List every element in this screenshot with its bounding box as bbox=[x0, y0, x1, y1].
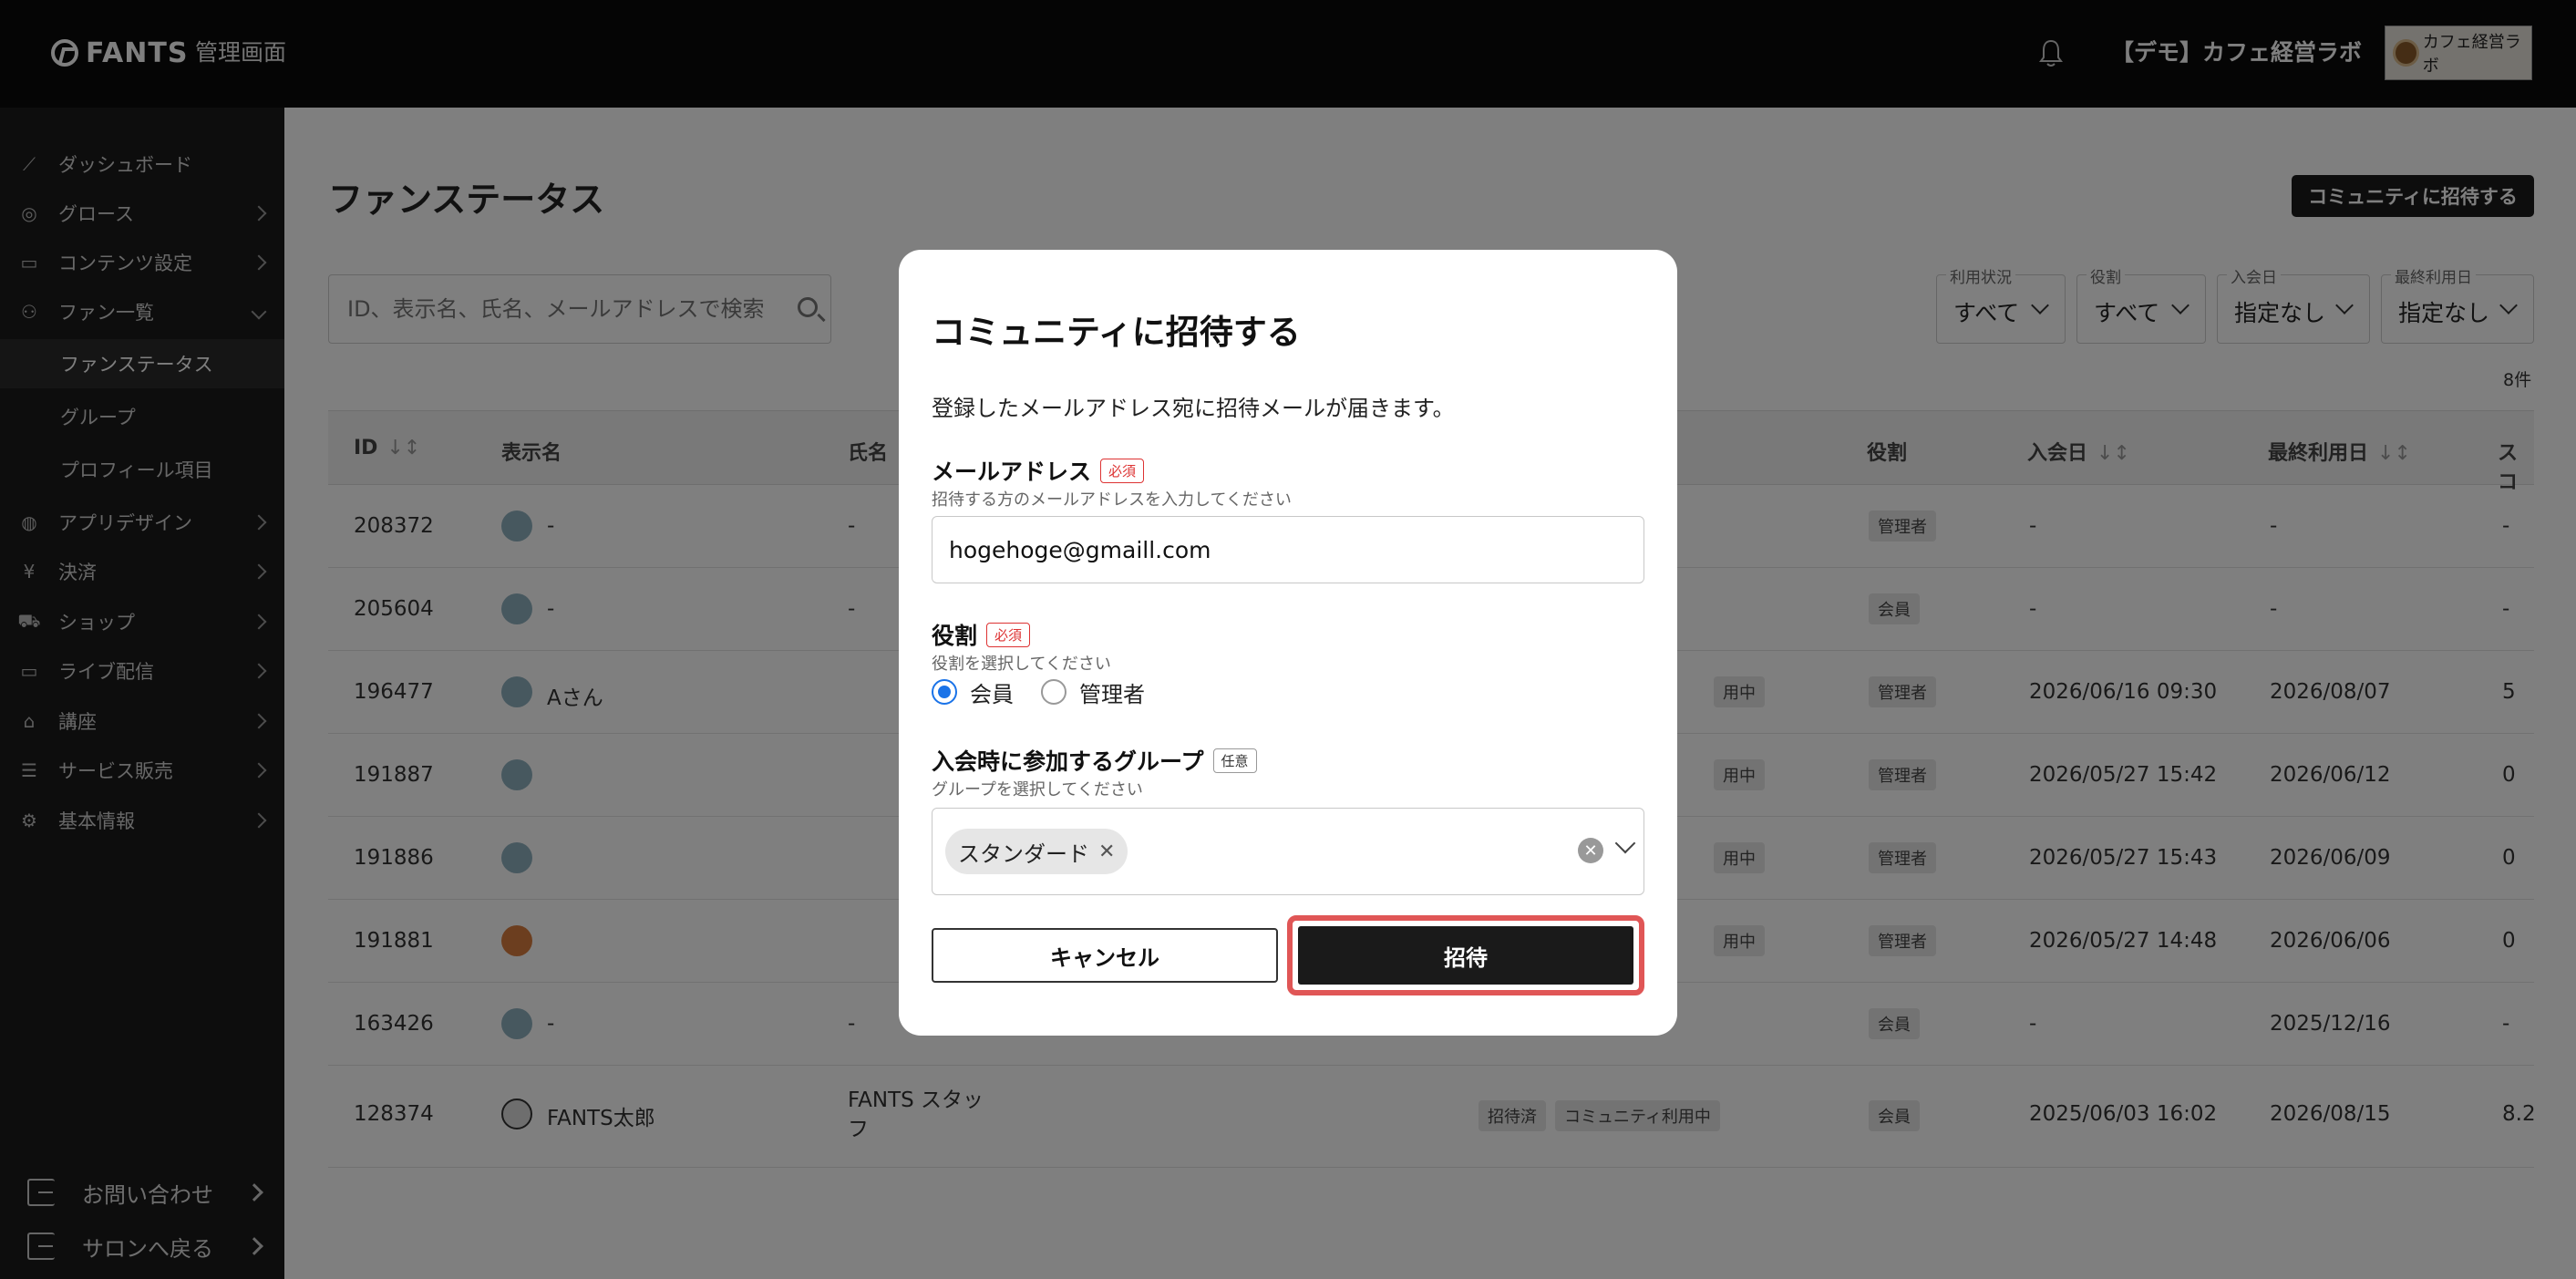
role-label-text: 役割 bbox=[932, 623, 978, 649]
optional-badge: 任意 bbox=[1212, 748, 1257, 773]
group-select[interactable]: スタンダード ✕ ✕ bbox=[932, 808, 1644, 895]
radio-checked-icon[interactable] bbox=[932, 679, 957, 705]
required-badge: 必須 bbox=[986, 622, 1031, 647]
cancel-button[interactable]: キャンセル bbox=[932, 928, 1278, 983]
required-badge: 必須 bbox=[1100, 458, 1145, 483]
chevron-down-icon[interactable] bbox=[1614, 832, 1636, 854]
chip-remove-icon[interactable]: ✕ bbox=[1098, 841, 1115, 863]
radio-label: 会員 bbox=[970, 681, 1014, 707]
group-help: グループを選択してください bbox=[932, 780, 1143, 799]
radio-unchecked-icon[interactable] bbox=[1041, 679, 1066, 705]
radio-label: 管理者 bbox=[1079, 681, 1145, 707]
role-radio-group: 会員 管理者 bbox=[932, 676, 1172, 708]
invite-button[interactable]: 招待 bbox=[1298, 926, 1633, 985]
invite-modal: コミュニティに招待する 登録したメールアドレス宛に招待メールが届きます。 メール… bbox=[899, 250, 1677, 1036]
role-label: 役割 必須 bbox=[932, 618, 1031, 651]
email-help: 招待する方のメールアドレスを入力してください bbox=[932, 490, 1292, 510]
modal-description: 登録したメールアドレス宛に招待メールが届きます。 bbox=[932, 396, 1455, 421]
group-chip: スタンダード ✕ bbox=[945, 829, 1128, 874]
email-label: メールアドレス 必須 bbox=[932, 454, 1145, 487]
group-label: 入会時に参加するグループ 任意 bbox=[932, 744, 1257, 777]
invite-button-highlight: 招待 bbox=[1287, 915, 1644, 995]
group-label-text: 入会時に参加するグループ bbox=[932, 748, 1204, 775]
clear-icon[interactable]: ✕ bbox=[1578, 838, 1603, 863]
chip-label: スタンダード bbox=[958, 841, 1089, 867]
role-help: 役割を選択してください bbox=[932, 655, 1111, 674]
email-label-text: メールアドレス bbox=[932, 459, 1092, 485]
role-option-admin[interactable]: 管理者 bbox=[1041, 676, 1145, 708]
modal-title: コミュニティに招待する bbox=[932, 313, 1301, 352]
email-field[interactable] bbox=[932, 516, 1644, 583]
role-option-member[interactable]: 会員 bbox=[932, 676, 1014, 708]
